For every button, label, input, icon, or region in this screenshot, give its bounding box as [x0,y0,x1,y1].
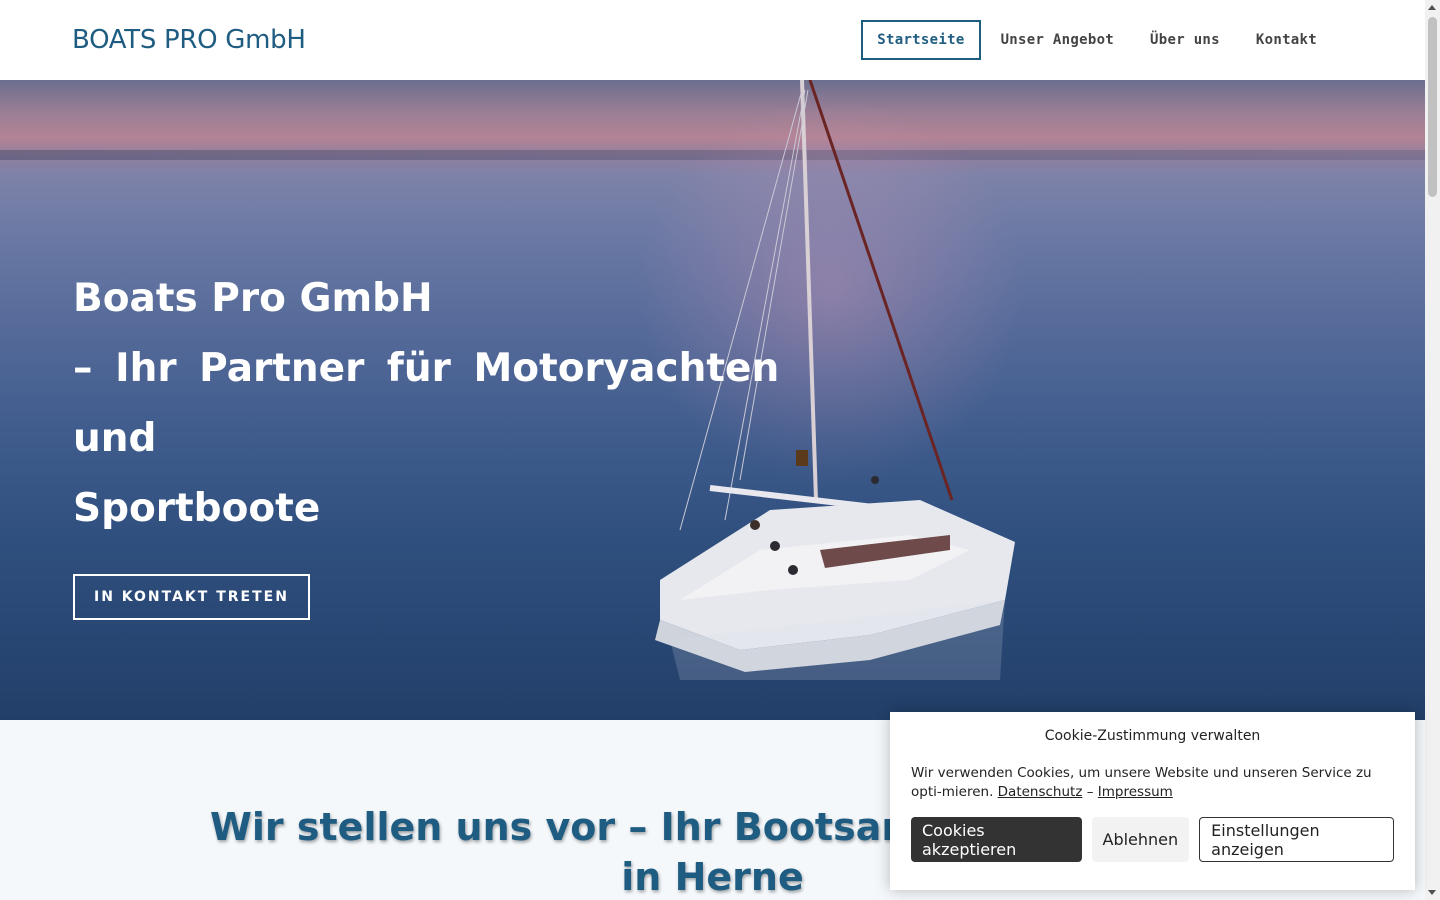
link-separator: – [1086,784,1094,800]
cookie-consent-dialog: Cookie-Zustimmung verwalten Wir verwende… [890,712,1415,890]
nav-item-ueber-uns[interactable]: Über uns [1132,21,1238,59]
contact-cta-button[interactable]: IN KONTAKT TRETEN [73,574,310,620]
nav-item-startseite[interactable]: Startseite [861,20,981,60]
cookie-dialog-text: Wir verwenden Cookies, um unsere Website… [911,764,1394,802]
cookie-dialog-title: Cookie-Zustimmung verwalten [1044,728,1261,744]
hero-section: Boats Pro GmbH – Ihr Partner für Motorya… [0,80,1425,720]
nav-item-unser-angebot[interactable]: Unser Angebot [983,21,1132,59]
scroll-up-arrow-icon[interactable] [1428,5,1436,10]
page: BOATS PRO GmbH Startseite Unser Angebot … [0,0,1440,900]
hero-title: Boats Pro GmbH – Ihr Partner für Motorya… [73,264,793,544]
page-scrollbar[interactable] [1425,0,1440,900]
deny-cookies-button[interactable]: Ablehnen [1091,817,1190,862]
hero-title-line-1: Boats Pro GmbH [73,276,433,321]
nav-item-kontakt[interactable]: Kontakt [1238,21,1335,59]
site-logo[interactable]: BOATS PRO GmbH [72,25,306,55]
hero-title-line-3: Sportboote [73,486,321,531]
hero-content: Boats Pro GmbH – Ihr Partner für Motorya… [73,264,793,620]
accept-cookies-button[interactable]: Cookies akzeptieren [911,817,1082,862]
cookie-buttons: Cookies akzeptieren Ablehnen Einstellung… [911,817,1394,862]
hero-title-line-2: – Ihr Partner für Motoryachten und [73,346,780,461]
main-nav: Startseite Unser Angebot Über uns Kontak… [861,20,1335,60]
imprint-link[interactable]: Impressum [1098,784,1173,800]
scroll-down-arrow-icon[interactable] [1428,890,1436,895]
cookie-settings-button[interactable]: Einstellungen anzeigen [1199,817,1394,862]
scrollbar-thumb[interactable] [1428,17,1437,197]
site-header: BOATS PRO GmbH Startseite Unser Angebot … [0,0,1425,80]
privacy-link[interactable]: Datenschutz [998,784,1083,800]
